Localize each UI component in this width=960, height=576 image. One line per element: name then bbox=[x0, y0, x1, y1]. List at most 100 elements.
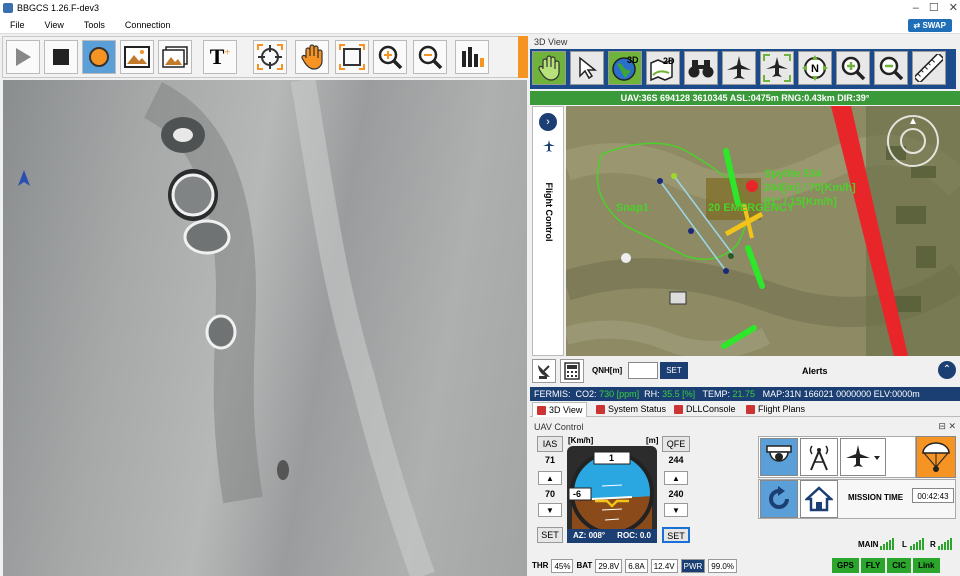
gps-indicator: GPS bbox=[832, 558, 859, 573]
antenna-button[interactable] bbox=[532, 359, 556, 383]
text-add-button[interactable]: T+ bbox=[203, 40, 237, 74]
uav-control-panel: UAV Control ⊟ ✕ IAS 71 ▲ 70 ▼ SET [Km/h]… bbox=[530, 421, 960, 576]
tab-icon bbox=[537, 405, 546, 415]
main-signal-icon bbox=[880, 538, 894, 550]
tab-label: System Status bbox=[608, 404, 667, 414]
speed-down-button[interactable]: ▼ bbox=[538, 503, 562, 517]
speed-set-button[interactable]: SET bbox=[537, 527, 563, 543]
pwr-value: 99.0% bbox=[708, 558, 737, 573]
menu-connection[interactable]: Connection bbox=[125, 16, 171, 34]
speed-up-button[interactable]: ▲ bbox=[538, 471, 562, 485]
tab-label: 3D View bbox=[549, 404, 583, 415]
bar-chart-button[interactable] bbox=[455, 40, 489, 74]
qnh-input[interactable] bbox=[628, 362, 658, 379]
l-signal-icon bbox=[910, 538, 924, 550]
alt-down-button[interactable]: ▼ bbox=[664, 503, 688, 517]
plane-icon bbox=[727, 56, 751, 79]
svg-text:2D: 2D bbox=[663, 56, 675, 66]
swap-button[interactable]: ⇄ SWAP bbox=[907, 19, 952, 32]
record-button[interactable] bbox=[82, 40, 116, 74]
alt-set-value: 240 bbox=[668, 489, 684, 499]
view3d-ruler-button[interactable] bbox=[912, 51, 946, 85]
zoom-in-button[interactable] bbox=[373, 40, 407, 74]
r-label: R bbox=[930, 540, 936, 549]
view3d-north-button[interactable]: N bbox=[798, 51, 832, 85]
swap-label: SWAP bbox=[922, 21, 946, 30]
plane-center-icon bbox=[763, 54, 791, 82]
mission-time-label: MISSION TIME bbox=[848, 493, 904, 502]
view3d-zoom-out-button[interactable] bbox=[874, 51, 908, 85]
video-toolbar: T+ bbox=[2, 36, 528, 78]
target-button[interactable] bbox=[253, 40, 287, 74]
video-toolbar-accent bbox=[518, 36, 528, 78]
camera-button[interactable] bbox=[760, 438, 798, 476]
video-feed[interactable] bbox=[3, 80, 527, 576]
rh-value: 35.5 [%] bbox=[662, 389, 696, 399]
fermis-prefix: FERMIS: bbox=[534, 389, 571, 399]
speed-unit: [Km/h] bbox=[568, 436, 594, 445]
view3d-hand-button[interactable] bbox=[532, 51, 566, 85]
view3d-plane-button[interactable] bbox=[722, 51, 756, 85]
tab-label: Flight Plans bbox=[758, 404, 806, 414]
tab-icon bbox=[674, 405, 683, 414]
snapshot-button[interactable] bbox=[120, 40, 154, 74]
alt-set-button[interactable]: SET bbox=[662, 527, 690, 543]
calculator-button[interactable] bbox=[560, 359, 584, 383]
r-signal-icon bbox=[938, 538, 952, 550]
qnh-set-button[interactable]: SET bbox=[660, 362, 688, 379]
ias-value: 71 bbox=[544, 455, 555, 465]
map-view[interactable]: Snap1 20 EMERGENCY Spylite 534 244[m] / … bbox=[566, 106, 960, 356]
view3d-binoculars-button[interactable] bbox=[684, 51, 718, 85]
flight-control-sidebar[interactable]: › Flight Control bbox=[532, 106, 564, 356]
menu-view[interactable]: View bbox=[45, 16, 64, 34]
fit-button[interactable] bbox=[335, 40, 369, 74]
minimize-icon[interactable]: – bbox=[913, 1, 919, 15]
alt-up-button[interactable]: ▲ bbox=[664, 471, 688, 485]
temp-value: 21.75 bbox=[732, 389, 756, 399]
tab-dllconsole[interactable]: DLLConsole bbox=[670, 402, 740, 417]
temp-label: TEMP: bbox=[702, 389, 731, 399]
binoculars-icon bbox=[688, 60, 714, 78]
speed-set-value: 70 bbox=[544, 489, 555, 499]
tab-flight-plans[interactable]: Flight Plans bbox=[742, 402, 809, 417]
link-indicators: GPS FLY CIC Link bbox=[830, 557, 940, 574]
home-button[interactable] bbox=[800, 480, 838, 518]
tab-3d-view[interactable]: 3D View bbox=[532, 402, 588, 417]
menu-file[interactable]: File bbox=[10, 16, 25, 34]
zoom-in-icon bbox=[378, 45, 403, 70]
panel-tabs: 3D View System Status DLLConsole Flight … bbox=[530, 402, 960, 417]
ias-button[interactable]: IAS bbox=[537, 436, 563, 452]
maximize-icon[interactable]: ☐ bbox=[929, 1, 939, 15]
expand-icon[interactable]: › bbox=[539, 113, 557, 131]
mission-time-value: 00:42:43 bbox=[912, 488, 954, 503]
camera-dome-icon bbox=[766, 445, 792, 462]
parachute-button[interactable] bbox=[916, 436, 956, 478]
panel-controls[interactable]: ⊟ ✕ bbox=[938, 421, 956, 432]
menu-bar: File View Tools Connection bbox=[0, 16, 960, 34]
close-icon[interactable]: ✕ bbox=[949, 1, 958, 15]
stop-button[interactable] bbox=[44, 40, 78, 74]
return-button[interactable] bbox=[760, 480, 798, 518]
gallery-button[interactable] bbox=[158, 40, 192, 74]
view3d-plane-center-button[interactable] bbox=[760, 51, 794, 85]
window-title: BBGCS 1.26.F-dev3 bbox=[17, 3, 100, 13]
plane-mode-button[interactable] bbox=[840, 438, 886, 476]
signal-button[interactable] bbox=[800, 438, 838, 476]
view3d-globe-button[interactable]: 3D bbox=[608, 51, 642, 85]
view3d-map2d-button[interactable]: 2D bbox=[646, 51, 680, 85]
tab-label: DLLConsole bbox=[686, 404, 736, 414]
qfe-button[interactable]: QFE bbox=[662, 436, 690, 452]
parachute-icon bbox=[922, 442, 950, 472]
play-button[interactable] bbox=[6, 40, 40, 74]
menu-tools[interactable]: Tools bbox=[84, 16, 105, 34]
pointer-icon bbox=[579, 56, 597, 80]
map-terrain bbox=[566, 106, 960, 356]
tab-system-status[interactable]: System Status bbox=[592, 402, 670, 417]
thr-label: THR bbox=[532, 561, 549, 570]
map-target-name: Spylite 534 bbox=[764, 168, 822, 180]
view3d-zoom-in-button[interactable] bbox=[836, 51, 870, 85]
alerts-expand-button[interactable]: ⌃ bbox=[938, 361, 956, 379]
hand-button[interactable] bbox=[295, 40, 329, 74]
zoom-out-button[interactable] bbox=[413, 40, 447, 74]
view3d-pointer-button[interactable] bbox=[570, 51, 604, 85]
